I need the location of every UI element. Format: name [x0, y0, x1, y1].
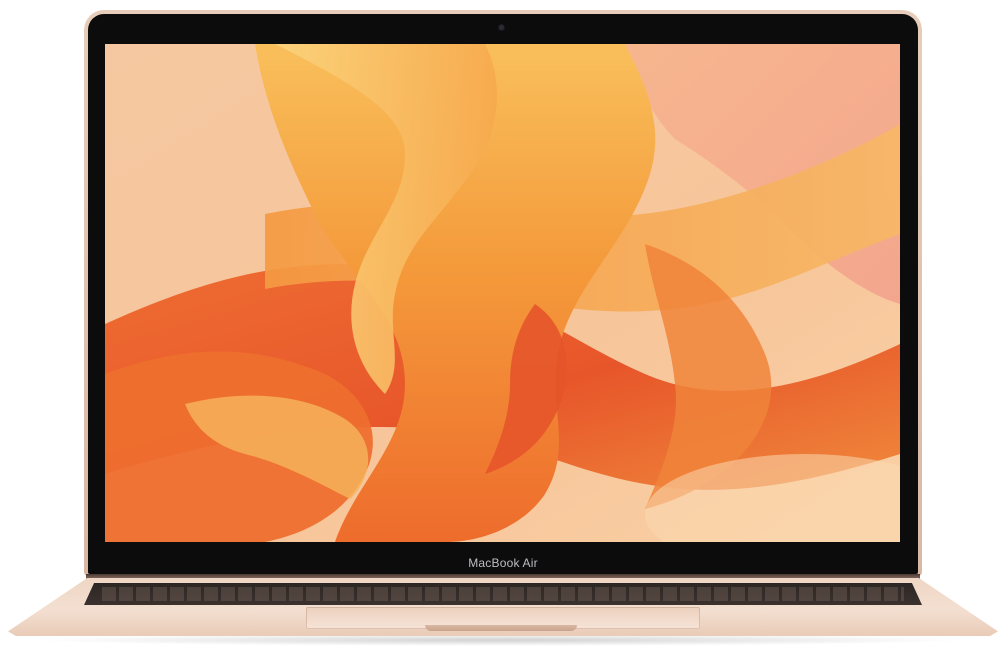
display-wallpaper [105, 44, 900, 542]
opening-lip [425, 625, 577, 631]
keyboard [84, 583, 922, 605]
wallpaper-waves [105, 44, 900, 542]
brand-label: MacBook Air [468, 556, 538, 570]
laptop-product-photo: MacBook Air [0, 0, 1001, 659]
camera-icon [499, 25, 504, 30]
keyboard-keys [102, 587, 904, 601]
